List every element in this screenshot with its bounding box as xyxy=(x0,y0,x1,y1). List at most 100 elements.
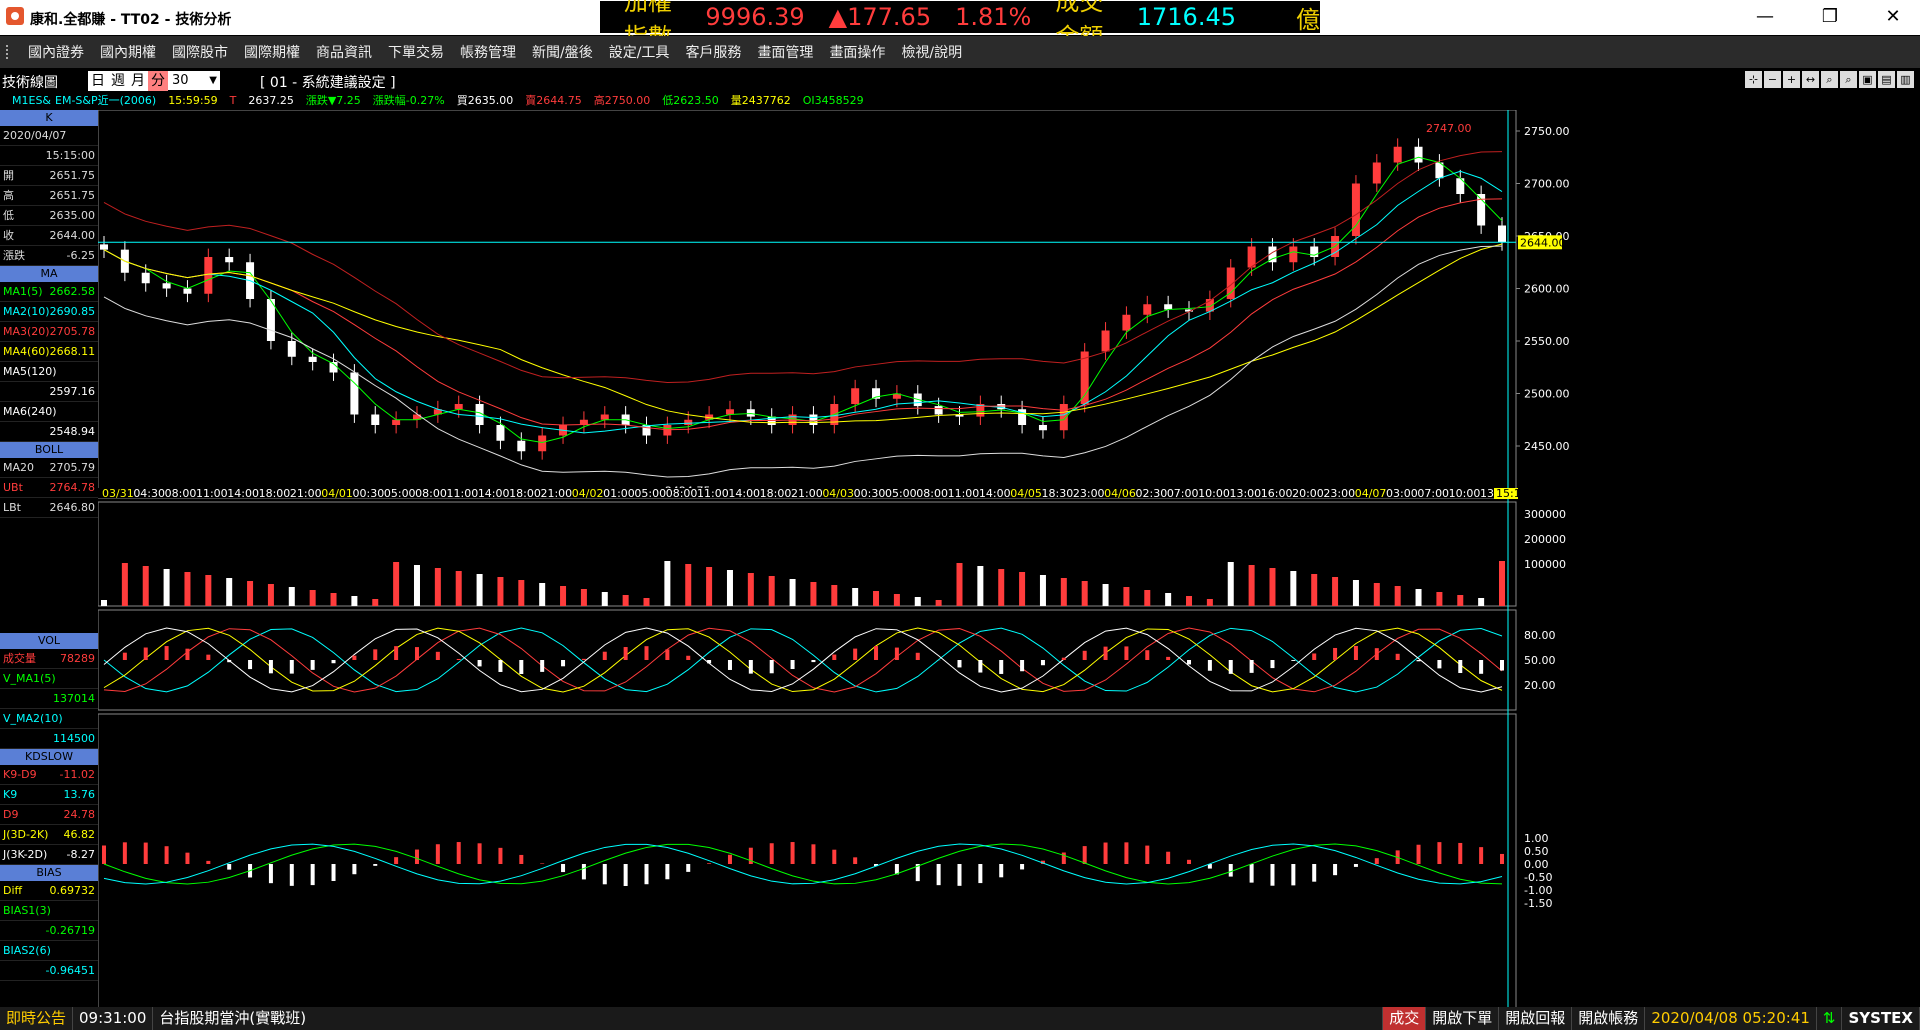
bias-histogram-bar xyxy=(1124,842,1129,864)
menu-item-quotes[interactable]: 商品資訊 xyxy=(308,42,380,62)
menu-item-intl-futures[interactable]: 國際期權 xyxy=(236,42,308,62)
deal-button[interactable]: 成交 xyxy=(1383,1007,1427,1030)
kd-histogram-bar xyxy=(769,660,774,674)
layout-icon[interactable]: ▤ xyxy=(1878,71,1895,88)
search-icon[interactable]: ⌕ xyxy=(1821,71,1838,88)
bias-histogram-bar xyxy=(1145,845,1150,864)
volume-bar xyxy=(226,578,233,606)
close-button[interactable]: ✕ xyxy=(1878,6,1908,27)
time-tick-label: 13:00 xyxy=(1229,487,1261,500)
menu-item-intl-stocks[interactable]: 國際股市 xyxy=(164,42,236,62)
indicator-setting[interactable]: [ 01 - 系統建議設定 ] xyxy=(260,72,396,92)
bias-histogram-bar xyxy=(540,863,545,864)
save-icon[interactable]: ▣ xyxy=(1859,71,1876,88)
vol-tick-label: 300000 xyxy=(1524,508,1566,521)
kd-histogram-bar xyxy=(143,647,148,660)
open-account-button[interactable]: 開啟帳務 xyxy=(1572,1007,1646,1030)
time-tick-label: 21:00 xyxy=(791,487,823,500)
zoom-in-icon[interactable]: + xyxy=(1783,71,1800,88)
k-change-label: 漲跌 xyxy=(3,249,25,262)
open-report-button[interactable]: 開啟回報 xyxy=(1499,1007,1573,1030)
k-open-value: 2651.75 xyxy=(49,169,96,182)
ma-line-0 xyxy=(103,156,1503,444)
move-icon[interactable]: ↔ xyxy=(1802,71,1819,88)
info-last: 2637.25 xyxy=(248,93,294,107)
menu-item-screen-ops[interactable]: 畫面操作 xyxy=(821,42,893,62)
volume-bar xyxy=(476,574,483,606)
period-day-tab[interactable]: 日 xyxy=(88,71,108,91)
volume-bar xyxy=(873,591,880,606)
kd-histogram-bar xyxy=(999,660,1004,674)
maximize-button[interactable]: ❐ xyxy=(1815,6,1845,27)
ma5-value: 2597.16 xyxy=(49,385,96,398)
time-tick-label: 18:30 xyxy=(1042,487,1074,500)
price-tick-label: 2750.00 xyxy=(1524,125,1570,138)
menu-item-domestic-futures[interactable]: 國內期權 xyxy=(92,42,164,62)
k-close-value: 2644.00 xyxy=(49,229,96,242)
volume-bar xyxy=(893,594,900,606)
technical-chart[interactable]: 2750.002700.002650.002600.002550.002500.… xyxy=(98,110,1920,1008)
candle-body xyxy=(496,425,505,441)
menu-item-accounts[interactable]: 帳務管理 xyxy=(452,42,524,62)
volume-bar xyxy=(205,575,212,606)
period-week-tab[interactable]: 週 xyxy=(108,71,128,91)
menu-item-view-help[interactable]: 檢視/說明 xyxy=(893,42,970,62)
candle-body xyxy=(1080,351,1089,404)
candle-body xyxy=(746,409,755,417)
kd-histogram-bar xyxy=(1207,660,1212,671)
zoom-out-icon[interactable]: − xyxy=(1764,71,1781,88)
kd-line-0 xyxy=(103,627,1503,693)
volume-bar xyxy=(622,595,629,606)
bias-histogram-bar xyxy=(498,847,503,864)
kd-diff-value: -11.02 xyxy=(59,768,95,781)
crosshair-icon[interactable]: ⊹ xyxy=(1745,71,1762,88)
candle-body xyxy=(1498,225,1506,243)
print-icon[interactable]: ▥ xyxy=(1897,71,1914,88)
kd-histogram-bar xyxy=(1020,660,1025,672)
menu-item-screen-mgmt[interactable]: 畫面管理 xyxy=(749,42,821,62)
menu-bar: 國內證券 國內期權 國際股市 國際期權 商品資訊 下單交易 帳務管理 新聞/盤後… xyxy=(0,36,1920,68)
volume-bar xyxy=(998,569,1005,606)
bias-histogram-bar xyxy=(623,864,628,886)
volume-bar xyxy=(768,576,775,606)
period-month-tab[interactable]: 月 xyxy=(128,71,148,91)
vol-tick-label: 200000 xyxy=(1524,533,1566,546)
volume-bar xyxy=(309,590,316,606)
kd-histogram-bar xyxy=(289,660,294,674)
volume-bar xyxy=(1269,568,1276,606)
volume-bar xyxy=(706,567,713,606)
volume-bar xyxy=(101,600,107,606)
menu-item-trading[interactable]: 下單交易 xyxy=(380,42,452,62)
volume-bar xyxy=(1478,598,1485,606)
bias-histogram-bar xyxy=(1270,864,1275,886)
minimize-button[interactable]: — xyxy=(1750,6,1780,27)
notice-text[interactable]: 台指股期當沖(實戰班) xyxy=(153,1007,1384,1030)
bias-histogram-bar xyxy=(999,864,1004,878)
menu-item-settings[interactable]: 設定/工具 xyxy=(601,42,678,62)
find-icon[interactable]: ⌕ xyxy=(1840,71,1857,88)
ma-line-3 xyxy=(103,243,1503,424)
menu-item-news[interactable]: 新聞/盤後 xyxy=(524,42,601,62)
k-high-label: 高 xyxy=(3,189,14,202)
volume-bar xyxy=(1060,578,1067,606)
time-tick-label: 18:00 xyxy=(259,487,291,500)
chart-area[interactable]: 2750.002700.002650.002600.002550.002500.… xyxy=(98,110,1920,1008)
time-tick-label: 08:00 xyxy=(666,487,698,500)
menu-item-domestic-securities[interactable]: 國內證券 xyxy=(20,42,92,62)
bias-histogram-bar xyxy=(936,864,941,886)
ma6-value-row: 2548.94 xyxy=(0,422,98,442)
boll-lb-label: LBt xyxy=(3,501,21,514)
volume-bar xyxy=(142,566,149,606)
bias-histogram-bar xyxy=(561,864,566,873)
kd-histogram-bar xyxy=(164,646,169,660)
volume-bar xyxy=(1290,571,1297,606)
volume-bar xyxy=(1248,565,1255,606)
period-minute-tab[interactable]: 分 xyxy=(148,71,168,91)
time-tick-label: 20:00 xyxy=(1292,487,1324,500)
menu-item-service[interactable]: 客戶服務 xyxy=(677,42,749,62)
interval-select[interactable]: 30 xyxy=(168,71,220,90)
notice-label[interactable]: 即時公告 xyxy=(0,1007,74,1030)
bias-histogram-bar xyxy=(1228,864,1233,877)
open-order-button[interactable]: 開啟下單 xyxy=(1426,1007,1500,1030)
